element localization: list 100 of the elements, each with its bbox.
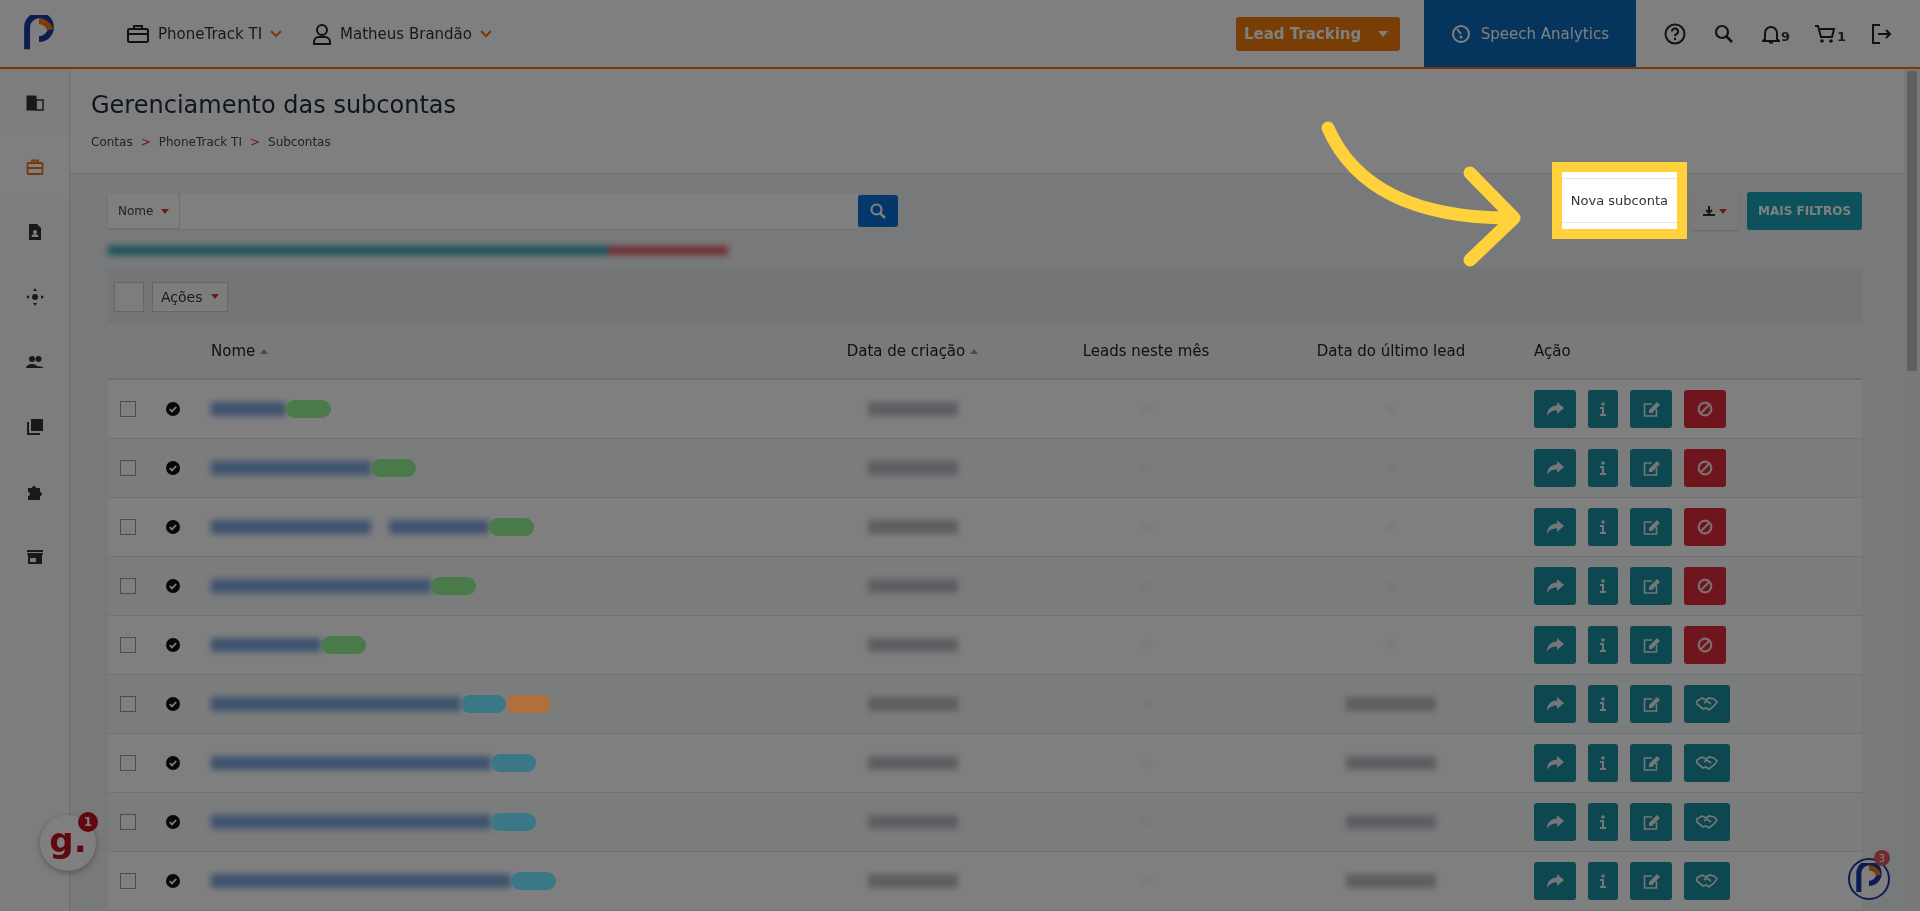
info-icon bbox=[1600, 638, 1606, 652]
row-checkbox[interactable] bbox=[120, 519, 136, 535]
handshake-button[interactable] bbox=[1684, 685, 1730, 723]
sort-icon[interactable] bbox=[970, 348, 979, 354]
info-icon bbox=[1600, 815, 1606, 829]
info-icon bbox=[1600, 402, 1606, 416]
speech-analytics-tab[interactable]: Speech Analytics bbox=[1423, 0, 1636, 67]
cart-button[interactable]: 1 bbox=[1813, 23, 1846, 44]
sort-icon[interactable] bbox=[260, 348, 269, 354]
briefcase-icon bbox=[25, 157, 44, 176]
block-button[interactable] bbox=[1684, 449, 1726, 487]
info-button[interactable] bbox=[1588, 508, 1618, 546]
info-button[interactable] bbox=[1588, 390, 1618, 428]
edit-button[interactable] bbox=[1630, 567, 1672, 605]
edit-button[interactable] bbox=[1630, 626, 1672, 664]
info-icon bbox=[1600, 874, 1606, 888]
row-checkbox[interactable] bbox=[120, 873, 136, 889]
column-header: Ação bbox=[1534, 342, 1571, 360]
breadcrumb-link[interactable]: Contas bbox=[91, 135, 133, 149]
account-menu[interactable]: PhoneTrack TI bbox=[126, 23, 283, 44]
forward-icon bbox=[1546, 638, 1564, 652]
share-button[interactable] bbox=[1534, 626, 1576, 664]
edit-icon bbox=[1642, 637, 1660, 653]
edit-icon bbox=[1642, 755, 1660, 771]
forward-icon bbox=[1546, 402, 1564, 416]
edit-icon bbox=[1642, 814, 1660, 830]
block-icon bbox=[1697, 519, 1713, 535]
actions-dropdown[interactable]: Ações bbox=[152, 281, 228, 312]
block-icon bbox=[1697, 578, 1713, 594]
logout-icon[interactable] bbox=[1870, 22, 1892, 45]
product-dropdown[interactable]: Lead Tracking bbox=[1235, 16, 1400, 51]
block-button[interactable] bbox=[1684, 626, 1726, 664]
forward-icon bbox=[1546, 579, 1564, 593]
library-icon bbox=[25, 417, 44, 436]
handshake-button[interactable] bbox=[1684, 803, 1730, 841]
handshake-button[interactable] bbox=[1684, 744, 1730, 782]
column-header[interactable]: Data de criação bbox=[846, 342, 966, 360]
block-icon bbox=[1697, 460, 1713, 476]
share-button[interactable] bbox=[1534, 803, 1576, 841]
forward-icon bbox=[1546, 697, 1564, 711]
row-checkbox[interactable] bbox=[120, 696, 136, 712]
forward-icon bbox=[1546, 756, 1564, 770]
info-button[interactable] bbox=[1588, 626, 1618, 664]
breadcrumb-separator: > bbox=[140, 135, 151, 149]
share-button[interactable] bbox=[1534, 390, 1576, 428]
user-menu[interactable]: Matheus Brandão bbox=[312, 22, 492, 45]
search-field[interactable]: Nome bbox=[108, 194, 858, 228]
block-button[interactable] bbox=[1684, 390, 1726, 428]
edit-button[interactable] bbox=[1630, 390, 1672, 428]
store-icon bbox=[25, 547, 44, 566]
new-subaccount-button[interactable]: Nova subconta bbox=[1561, 177, 1677, 223]
edit-button[interactable] bbox=[1630, 862, 1672, 900]
info-icon bbox=[1600, 461, 1606, 475]
share-button[interactable] bbox=[1534, 744, 1576, 782]
row-checkbox[interactable] bbox=[120, 637, 136, 653]
info-button[interactable] bbox=[1588, 567, 1618, 605]
share-button[interactable] bbox=[1534, 862, 1576, 900]
block-button[interactable] bbox=[1684, 508, 1726, 546]
edit-button[interactable] bbox=[1630, 685, 1672, 723]
gauge-icon bbox=[1450, 23, 1471, 44]
info-button[interactable] bbox=[1588, 744, 1618, 782]
breadcrumb-link[interactable]: Subcontas bbox=[268, 135, 331, 149]
bell-icon bbox=[1761, 23, 1780, 44]
notifications-button[interactable]: 9 bbox=[1761, 23, 1790, 44]
info-button[interactable] bbox=[1588, 803, 1618, 841]
block-button[interactable] bbox=[1684, 567, 1726, 605]
edit-icon bbox=[1642, 401, 1660, 417]
block-icon bbox=[1697, 401, 1713, 417]
edit-button[interactable] bbox=[1630, 508, 1672, 546]
row-checkbox[interactable] bbox=[120, 814, 136, 830]
download-button[interactable] bbox=[1691, 192, 1739, 230]
scrollbar[interactable] bbox=[1904, 69, 1920, 911]
handshake-icon bbox=[1696, 697, 1718, 711]
edit-button[interactable] bbox=[1630, 744, 1672, 782]
edit-button[interactable] bbox=[1630, 449, 1672, 487]
help-icon[interactable] bbox=[1663, 22, 1686, 45]
block-icon bbox=[1697, 637, 1713, 653]
more-filters-button[interactable]: MAIS FILTROS bbox=[1747, 192, 1862, 230]
info-button[interactable] bbox=[1588, 862, 1618, 900]
row-checkbox[interactable] bbox=[120, 401, 136, 417]
info-button[interactable] bbox=[1588, 685, 1618, 723]
share-button[interactable] bbox=[1534, 685, 1576, 723]
handshake-button[interactable] bbox=[1684, 862, 1730, 900]
info-button[interactable] bbox=[1588, 449, 1618, 487]
info-icon bbox=[1600, 579, 1606, 593]
row-checkbox[interactable] bbox=[120, 755, 136, 771]
breadcrumb-link[interactable]: PhoneTrack TI bbox=[158, 135, 242, 149]
column-header[interactable]: Nome bbox=[211, 342, 256, 360]
handshake-icon bbox=[1696, 874, 1718, 888]
search-icon[interactable] bbox=[1713, 23, 1734, 44]
search-button[interactable] bbox=[858, 195, 898, 227]
logo-icon bbox=[1854, 863, 1884, 895]
share-button[interactable] bbox=[1534, 567, 1576, 605]
edit-button[interactable] bbox=[1630, 803, 1672, 841]
caret-icon bbox=[1377, 30, 1388, 37]
share-button[interactable] bbox=[1534, 508, 1576, 546]
row-checkbox[interactable] bbox=[120, 460, 136, 476]
row-checkbox[interactable] bbox=[120, 578, 136, 594]
share-button[interactable] bbox=[1534, 449, 1576, 487]
column-header: Leads neste mês bbox=[1082, 342, 1210, 360]
